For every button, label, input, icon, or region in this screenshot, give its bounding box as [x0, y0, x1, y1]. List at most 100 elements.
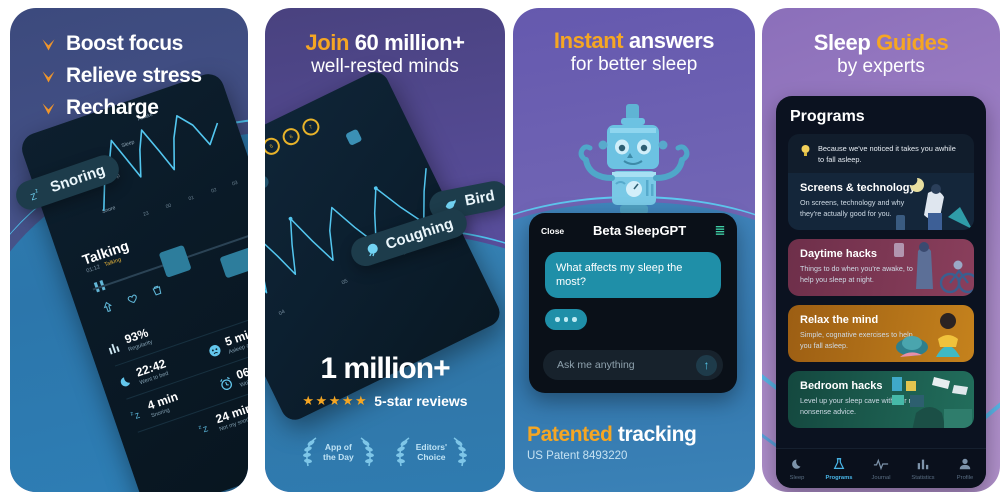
headline-accent: Instant: [553, 28, 624, 53]
bar-chart-icon: [902, 457, 944, 472]
bottom-navigation: Sleep Programs Journal Statistics Profil…: [776, 448, 986, 488]
nav-label: Profile: [956, 474, 974, 481]
zzz-icon: zZ: [29, 188, 39, 202]
moon-phase-icon: 6: [279, 125, 303, 149]
svg-text:01: 01: [188, 195, 195, 203]
card-body: Daytime hacks Things to do when you're a…: [788, 239, 974, 297]
moon-icon: [776, 457, 818, 472]
svg-text:00: 00: [165, 203, 172, 211]
footer-rest: tracking: [612, 423, 697, 446]
nav-item-sleep[interactable]: Sleep: [776, 457, 818, 481]
close-button[interactable]: Close: [541, 226, 564, 236]
benefit-label: Recharge: [66, 96, 159, 119]
benefit-item: Recharge: [40, 96, 202, 120]
typing-indicator: [545, 309, 587, 331]
moon-phase-row: 1 2 3 4 5 6 7: [265, 115, 323, 197]
pulse-icon: [860, 457, 902, 472]
chat-input-row[interactable]: Ask me anything ↑: [543, 350, 723, 380]
award-label: App of the Day: [322, 441, 354, 462]
headline-sub: by experts: [837, 56, 925, 78]
chat-header: Close Beta SleepGPT: [529, 213, 737, 244]
footer-sub: US Patent 8493220: [527, 450, 628, 462]
benefit-label: Boost focus: [66, 32, 183, 55]
nav-item-journal[interactable]: Journal: [860, 457, 902, 481]
stat-big: 1 million+: [320, 352, 450, 385]
arrow-up-icon[interactable]: ↑: [696, 354, 717, 376]
laurel-right-icon: [453, 437, 467, 467]
nav-label: Journal: [871, 474, 891, 481]
svg-text:23: 23: [142, 210, 149, 218]
headline-rest: 60 million+: [348, 30, 465, 55]
svg-text:Z: Z: [134, 410, 142, 420]
check-icon: [42, 102, 55, 114]
tag-square-icon: [345, 128, 363, 146]
nav-item-statistics[interactable]: Statistics: [902, 457, 944, 481]
svg-text:Sleep: Sleep: [121, 139, 136, 149]
heart-icon[interactable]: [124, 290, 141, 307]
screenshot-stage: Awake Sleep Deep sleep Snore 23 00 01 02…: [0, 0, 1000, 500]
stars-icon: ★★★★★: [302, 393, 369, 408]
delete-icon[interactable]: [149, 282, 166, 299]
waveform-segment: [219, 243, 248, 279]
benefit-label: Relieve stress: [66, 64, 202, 87]
program-card-relax[interactable]: Relax the mind Simple, cognative exercis…: [788, 305, 974, 363]
panel2-stat-block: 1 million+ ★★★★★ 5-star reviews: [265, 352, 505, 409]
card-illustration: [896, 178, 972, 231]
award-label: Editors' Choice: [415, 441, 448, 462]
flask-icon: [818, 457, 860, 472]
laurel-left-icon: [395, 437, 410, 467]
headline-sub: well-rested minds: [311, 56, 459, 78]
card-illustration: [892, 377, 972, 428]
share-icon[interactable]: [100, 299, 117, 316]
program-note: Because we've noticed it takes you awhil…: [788, 134, 974, 173]
panel2-headline: Join 60 million+ well-rested minds: [265, 30, 505, 79]
chat-input-placeholder[interactable]: Ask me anything: [557, 359, 696, 371]
nav-label: Sleep: [789, 474, 805, 481]
note-text: Because we've noticed it takes you awhil…: [818, 144, 956, 164]
nav-item-profile[interactable]: Profile: [944, 457, 986, 481]
panel4-headline: Sleep Guides by experts: [762, 30, 1000, 79]
card-body: Screens & technology On screens, technol…: [788, 173, 974, 231]
review-row: ★★★★★ 5-star reviews: [265, 393, 505, 409]
app-store-panel-2: 1 2 3 4 5 6 7 01:12 Talking 04 05 06: [265, 8, 505, 492]
card-body: Bedroom hacks Level up your sleep cave w…: [788, 371, 974, 428]
program-card-screens[interactable]: Because we've noticed it takes you awhil…: [788, 134, 974, 231]
moon-phase-icon: 7: [299, 115, 323, 139]
card-body: Relax the mind Simple, cognative exercis…: [788, 305, 974, 363]
footer-accent: Patented: [527, 423, 613, 446]
svg-text:05: 05: [341, 278, 349, 286]
app-store-panel-1: Awake Sleep Deep sleep Snore 23 00 01 02…: [10, 8, 248, 492]
cough-icon: [367, 243, 378, 256]
panel3-footer: Patented tracking US Patent 8493220: [527, 423, 697, 462]
review-label: 5-star reviews: [374, 393, 468, 409]
nav-label: Programs: [825, 474, 853, 481]
headline-accent: Guides: [876, 30, 949, 55]
alarm-clock-icon: [219, 376, 232, 390]
zzz-icon: zZ: [129, 410, 142, 420]
program-card-bedroom[interactable]: Bedroom hacks Level up your sleep cave w…: [788, 371, 974, 428]
waveform-segment: [158, 244, 192, 278]
zzz-icon: zZ: [198, 424, 210, 434]
benefits-list: Boost focus Relieve stress Recharge: [40, 32, 202, 128]
chat-title: Beta SleepGPT: [592, 223, 687, 238]
benefit-item: Boost focus: [40, 32, 202, 56]
bars-icon: [108, 343, 120, 355]
pill-label: Bird: [463, 187, 497, 210]
nav-item-programs[interactable]: Programs: [818, 457, 860, 481]
program-card-daytime[interactable]: Daytime hacks Things to do when you're a…: [788, 239, 974, 297]
headline-plain: Sleep: [813, 30, 877, 55]
award-app-of-the-day: App of the Day: [300, 436, 377, 468]
list-menu-icon[interactable]: [715, 225, 725, 237]
app-store-panel-3: Instant answers for better sleep Close B…: [513, 8, 755, 492]
headline-rest: answers: [623, 28, 715, 53]
laurel-right-icon: [360, 437, 374, 467]
svg-text:03: 03: [231, 180, 238, 188]
sleepy-face-icon: [209, 344, 221, 356]
lightbulb-icon: [801, 145, 810, 156]
benefit-item: Relieve stress: [40, 64, 202, 88]
moon-phase-icon: 5: [265, 134, 283, 158]
svg-text:02: 02: [210, 187, 217, 195]
person-icon: [944, 457, 986, 472]
screen-title: Programs: [790, 108, 865, 125]
card-illustration: [896, 313, 960, 358]
